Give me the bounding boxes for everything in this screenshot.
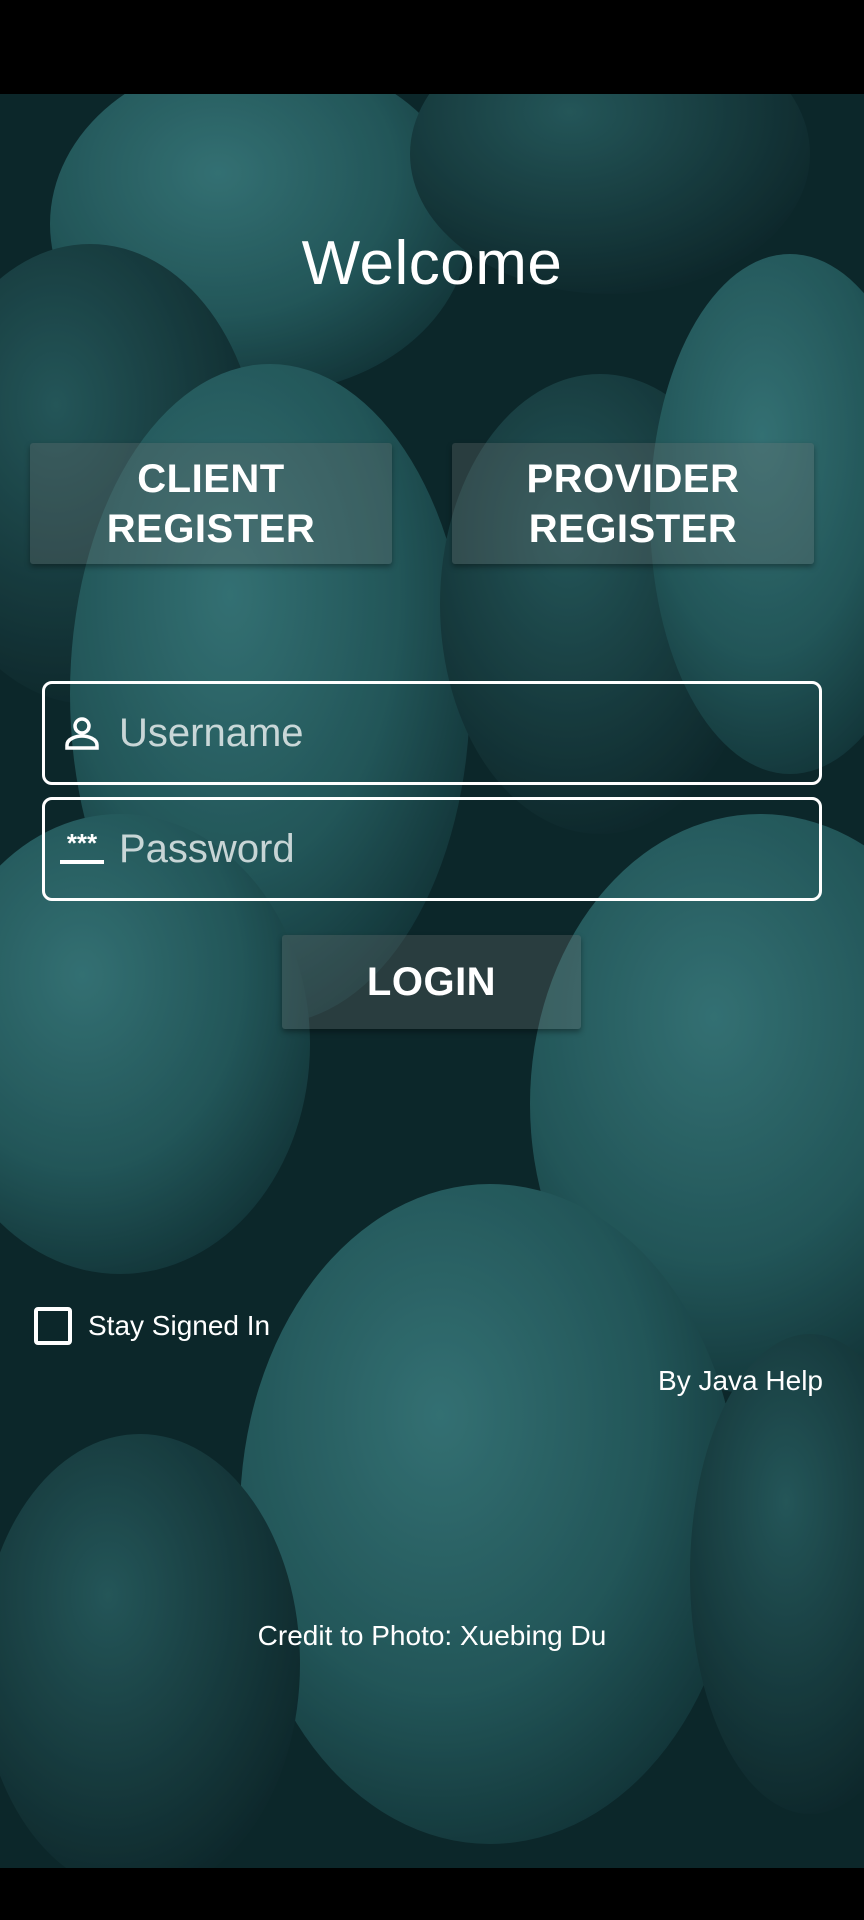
login-button[interactable]: LOGIN xyxy=(282,935,581,1029)
navigation-bar xyxy=(0,1868,864,1920)
password-input[interactable] xyxy=(109,804,819,894)
stay-signed-in-checkbox[interactable] xyxy=(34,1307,72,1345)
username-field[interactable] xyxy=(42,681,822,785)
author-credit: By Java Help xyxy=(658,1365,823,1396)
page-title: Welcome xyxy=(301,229,563,298)
provider-register-button[interactable]: PROVIDER REGISTER xyxy=(452,443,814,564)
photo-credit: Credit to Photo: Xuebing Du xyxy=(257,1620,607,1651)
client-register-button[interactable]: CLIENT REGISTER xyxy=(30,443,392,564)
password-icon: *** xyxy=(55,822,109,876)
stay-signed-in-label: Stay Signed In xyxy=(88,1310,271,1341)
username-input[interactable] xyxy=(109,688,819,778)
login-screen: Welcome CLIENT REGISTER PROVIDER REGISTE… xyxy=(0,0,864,1920)
svg-text:***: *** xyxy=(67,829,98,858)
person-icon xyxy=(55,706,109,760)
status-bar xyxy=(0,0,864,94)
stay-signed-in[interactable]: Stay Signed In xyxy=(34,1307,270,1345)
password-field[interactable]: *** xyxy=(42,797,822,901)
